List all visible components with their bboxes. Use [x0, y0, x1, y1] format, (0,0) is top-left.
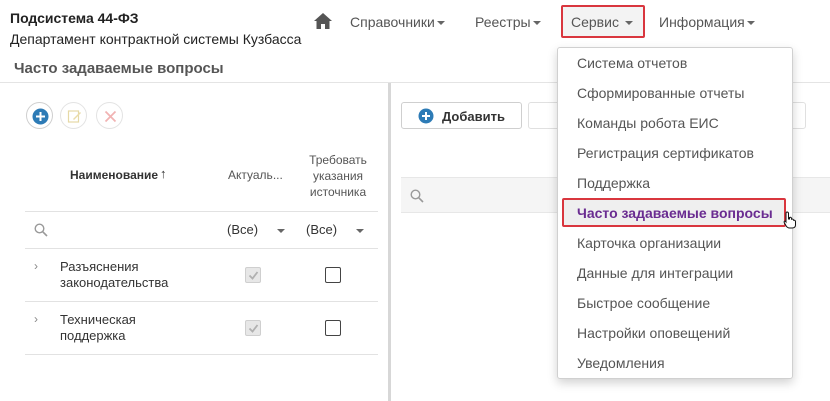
nav-registries-label: Реестры	[475, 14, 531, 30]
nav-service[interactable]: Сервис	[561, 5, 645, 38]
page-title: Часто задаваемые вопросы	[14, 60, 224, 77]
menu-item-eis-robot-commands[interactable]: Команды робота ЕИС	[558, 108, 792, 138]
home-icon[interactable]	[313, 12, 333, 30]
column-header-require-source-line3: источника	[309, 185, 367, 199]
add-button-label: Добавить	[442, 109, 505, 124]
top-header: Подсистема 44-ФЗ Департамент контрактной…	[0, 0, 830, 54]
require-source-checkbox[interactable]	[325, 267, 341, 283]
edit-button[interactable]	[60, 102, 87, 129]
sort-ascending-icon: ↑	[160, 166, 167, 181]
department-name: Департамент контрактной системы Кузбасса	[10, 31, 302, 47]
menu-item-notification-settings[interactable]: Настройки оповещений	[558, 318, 792, 348]
expand-row-icon[interactable]: ›	[34, 312, 38, 326]
close-icon	[104, 110, 117, 123]
menu-item-certificate-registration[interactable]: Регистрация сертификатов	[558, 138, 792, 168]
grid-divider	[25, 211, 378, 212]
table-row-name-line2: поддержка	[60, 328, 126, 343]
chevron-down-icon	[625, 21, 633, 25]
menu-item-integration-data[interactable]: Данные для интеграции	[558, 258, 792, 288]
actual-checkbox	[245, 267, 261, 283]
app-root: Подсистема 44-ФЗ Департамент контрактной…	[0, 0, 830, 401]
nav-information-label: Информация	[659, 14, 745, 30]
chevron-down-icon[interactable]	[277, 229, 285, 233]
column-header-require-source-line1: Требовать	[309, 153, 367, 167]
table-row-name-line1: Техническая	[60, 312, 136, 327]
chevron-down-icon	[436, 21, 445, 26]
menu-item-organization-card[interactable]: Карточка организации	[558, 228, 792, 258]
plus-circle-icon	[418, 108, 434, 124]
table-row-name[interactable]: Разъяснения законодательства	[60, 259, 168, 291]
search-icon	[410, 189, 424, 203]
table-row-name-line2: законодательства	[60, 275, 169, 290]
add-button[interactable]: Добавить	[401, 102, 522, 129]
menu-item-report-system[interactable]: Система отчетов	[558, 48, 792, 78]
grid-divider	[25, 354, 378, 355]
column-header-name[interactable]: Наименование	[70, 168, 158, 182]
nav-references[interactable]: Справочники	[350, 14, 445, 30]
plus-circle-icon	[32, 108, 49, 125]
chevron-down-icon	[746, 21, 755, 26]
menu-item-faq-label: Часто задаваемые вопросы	[577, 205, 773, 221]
require-source-checkbox[interactable]	[325, 320, 341, 336]
column-header-require-source-line2: указания	[312, 169, 364, 183]
actual-checkbox	[245, 320, 261, 336]
grid-divider	[25, 301, 378, 302]
check-icon	[248, 324, 259, 333]
search-icon	[34, 223, 48, 237]
panel-splitter[interactable]	[388, 83, 391, 401]
column-header-actual[interactable]: Актуаль...	[228, 168, 283, 182]
edit-button[interactable]	[528, 102, 560, 129]
delete-button[interactable]	[96, 102, 123, 129]
check-icon	[248, 271, 259, 280]
add-button[interactable]	[26, 102, 53, 129]
menu-item-faq[interactable]: Часто задаваемые вопросы	[562, 198, 786, 227]
nav-information[interactable]: Информация	[659, 14, 755, 30]
menu-item-quick-message[interactable]: Быстрое сообщение	[558, 288, 792, 318]
nav-service-label: Сервис	[571, 14, 619, 30]
chevron-down-icon	[532, 21, 541, 26]
hand-cursor-icon	[783, 211, 796, 229]
column-header-require-source[interactable]: Требовать указания источника	[305, 152, 371, 200]
grid-divider	[25, 248, 378, 249]
nav-references-label: Справочники	[350, 14, 435, 30]
table-row-name[interactable]: Техническая поддержка	[60, 312, 136, 344]
chevron-down-icon[interactable]	[356, 229, 364, 233]
expand-row-icon[interactable]: ›	[34, 259, 38, 273]
menu-item-generated-reports[interactable]: Сформированные отчеты	[558, 78, 792, 108]
menu-item-notifications[interactable]: Уведомления	[558, 348, 792, 378]
table-row-name-line1: Разъяснения	[60, 259, 139, 274]
edit-icon	[67, 110, 81, 123]
nav-registries[interactable]: Реестры	[475, 14, 541, 30]
menu-item-support[interactable]: Поддержка	[558, 168, 792, 198]
filter-actual-select[interactable]: (Все)	[227, 222, 258, 237]
system-title: Подсистема 44-ФЗ	[10, 10, 139, 26]
filter-require-source-select[interactable]: (Все)	[306, 222, 337, 237]
